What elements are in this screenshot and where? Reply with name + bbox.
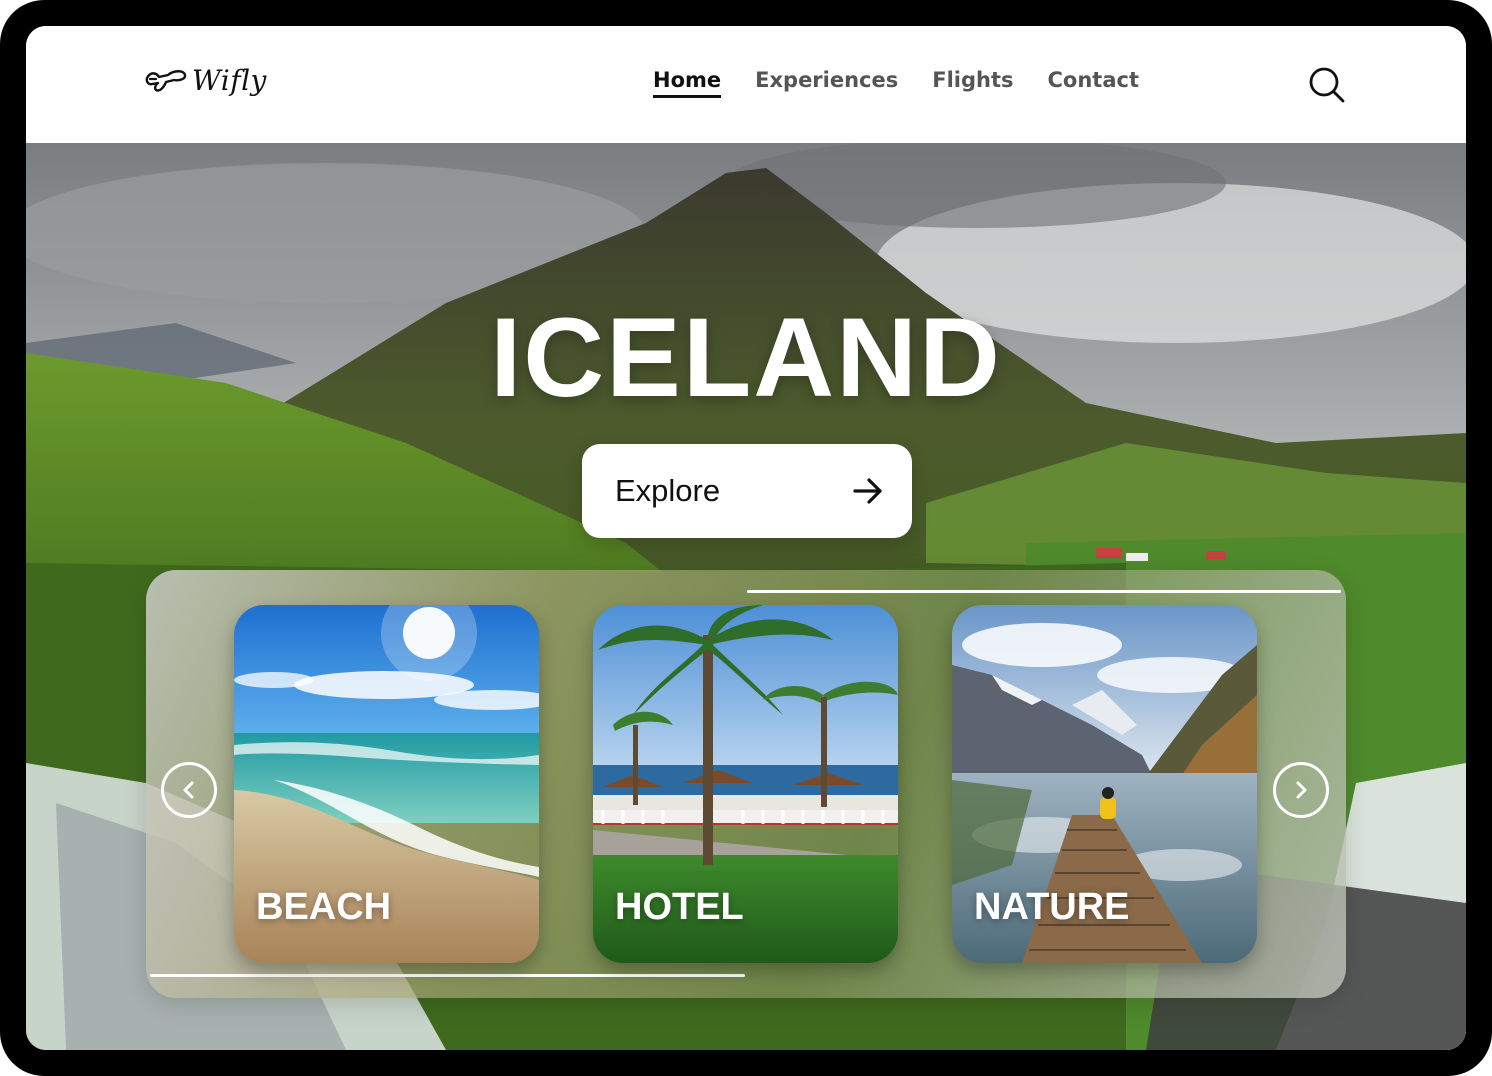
plane-logo-icon [145,69,187,92]
card-label-hotel: HOTEL [615,886,744,928]
brand-logo[interactable]: Wifly [144,64,267,97]
brand-name: Wifly [192,64,267,97]
main-nav: Home Experiences Flights Contact [653,68,1139,98]
nav-item-home[interactable]: Home [653,68,722,98]
category-carousel: BEACH HOTEL NATURE [146,570,1346,998]
device-frame: Wifly Home Experiences Flights Contact I… [0,0,1492,1076]
nav-item-contact[interactable]: Contact [1048,68,1140,98]
arrow-right-icon [853,478,882,504]
nav-item-experiences[interactable]: Experiences [755,68,898,98]
nav-item-flights[interactable]: Flights [932,68,1013,98]
search-button[interactable] [1308,66,1346,104]
carousel-scroll-indicator-top [747,590,1341,593]
site-header: Wifly Home Experiences Flights Contact [26,26,1466,143]
hero-title: ICELAND [490,295,1002,420]
category-card-nature[interactable]: NATURE [952,605,1257,963]
hero-section: ICELAND Explore BEACH HOTEL NATURE [26,143,1466,1050]
explore-button[interactable]: Explore [582,444,912,538]
chevron-right-icon [1296,781,1307,799]
chevron-left-icon [183,781,194,799]
carousel-prev-button[interactable] [161,762,217,818]
category-card-beach[interactable]: BEACH [234,605,539,963]
screen: Wifly Home Experiences Flights Contact I… [26,26,1466,1050]
category-card-hotel[interactable]: HOTEL [593,605,898,963]
card-label-beach: BEACH [256,886,392,928]
search-icon [1309,67,1345,103]
explore-label: Explore [615,473,721,508]
carousel-next-button[interactable] [1273,762,1329,818]
carousel-scroll-indicator-bottom [150,974,745,977]
card-label-nature: NATURE [974,886,1130,928]
